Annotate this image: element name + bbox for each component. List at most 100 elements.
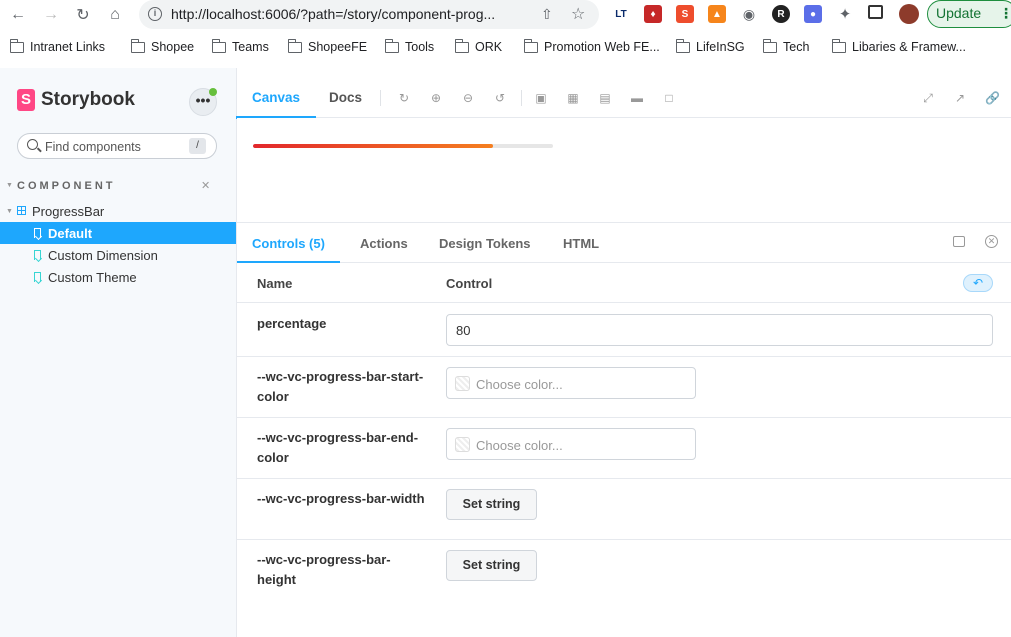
update-label: Update <box>936 5 982 21</box>
copy-link-icon[interactable]: 🔗 <box>985 91 1000 105</box>
bookmark-folder[interactable]: Shopee <box>130 38 194 54</box>
home-icon[interactable]: ⌂ <box>103 3 127 27</box>
story-bookmark-icon <box>34 250 41 260</box>
bookmark-label: Teams <box>232 40 269 54</box>
extensions-puzzle-icon[interactable]: ✦ <box>836 5 854 23</box>
fullscreen-icon[interactable]: ⤢ <box>921 91 935 105</box>
sidebar-story-default[interactable]: Default <box>0 222 236 244</box>
group-label: COMPONENT <box>17 180 116 192</box>
tab-controls[interactable]: Controls (5) <box>237 223 340 264</box>
sidebar-story-custom-theme[interactable]: Custom Theme <box>0 266 236 288</box>
address-bar[interactable]: i http://localhost:6006/?path=/story/com… <box>139 0 599 29</box>
extension-camera-icon[interactable]: ◉ <box>740 5 758 23</box>
tab-docs[interactable]: Docs <box>329 78 362 118</box>
remount-icon[interactable]: ↻ <box>397 91 411 105</box>
control-name: percentage <box>257 316 327 331</box>
extension-metamask-icon[interactable]: ▲ <box>708 5 726 23</box>
bookmark-folder[interactable]: LifeInSG <box>675 38 745 54</box>
share-icon[interactable]: ⇧ <box>541 6 553 23</box>
zoom-reset-icon[interactable]: ↺ <box>493 91 507 105</box>
control-row: --wc-vc-progress-bar-height Set string <box>237 540 1011 601</box>
tab-html[interactable]: HTML <box>563 223 599 263</box>
viewport-icon[interactable]: ▤ <box>598 91 612 105</box>
controls-panel: Name Control ↶ percentage --wc-vc-progre… <box>237 263 1011 637</box>
back-arrow-icon[interactable]: ← <box>6 3 30 27</box>
panel-orientation-icon[interactable] <box>953 236 965 247</box>
control-name: --wc-vc-progress-bar-end-color <box>257 430 419 465</box>
bookmark-folder[interactable]: Intranet Links <box>9 38 106 54</box>
extension-game-icon[interactable]: ♦ <box>644 5 662 23</box>
extension-shopee-icon[interactable]: S <box>676 5 694 23</box>
bookmark-star-icon[interactable]: ☆ <box>571 4 585 24</box>
sidebar-item-progressbar[interactable]: ▼ ProgressBar <box>0 200 236 222</box>
extension-r-icon[interactable]: R <box>772 5 790 23</box>
percentage-input[interactable] <box>446 314 993 346</box>
control-name: --wc-vc-progress-bar-width <box>257 491 425 506</box>
storybook-sidebar: S Storybook ••• / ▼ COMPONENT ✕ ▼ Progre… <box>0 68 237 637</box>
side-panel-icon[interactable] <box>868 5 883 19</box>
address-url: http://localhost:6006/?path=/story/compo… <box>171 6 496 22</box>
bookmark-folder[interactable]: ShopeeFE <box>287 38 368 54</box>
zoom-in-icon[interactable]: ⊕ <box>429 91 443 105</box>
color-swatch-icon[interactable] <box>455 376 470 391</box>
extension-lt-icon[interactable]: LT <box>612 5 630 23</box>
collapse-all-icon[interactable]: ✕ <box>201 179 210 192</box>
end-color-input[interactable] <box>476 436 676 454</box>
bookmarks-bar: Intranet Links Shopee Teams ShopeeFE Too… <box>0 37 1011 61</box>
bookmark-label: Libaries & Framew... <box>852 40 966 54</box>
bookmark-folder[interactable]: Tech <box>762 38 810 54</box>
bookmark-label: ShopeeFE <box>308 40 368 54</box>
search-input[interactable] <box>45 138 195 156</box>
bookmark-label: Intranet Links <box>30 40 106 54</box>
set-height-button[interactable]: Set string <box>446 550 537 581</box>
reset-controls-button[interactable]: ↶ <box>963 274 993 292</box>
start-color-input[interactable] <box>476 375 676 393</box>
bookmark-folder[interactable]: Promotion Web FE... <box>523 38 660 54</box>
bookmark-folder[interactable]: ORK <box>454 38 502 54</box>
background-icon[interactable]: ▣ <box>534 91 548 105</box>
tab-design-tokens[interactable]: Design Tokens <box>439 223 531 263</box>
toolbar-divider <box>380 90 381 106</box>
story-label: Custom Dimension <box>48 247 158 263</box>
bookmark-label: Tech <box>783 40 810 54</box>
open-new-tab-icon[interactable]: ↗ <box>953 91 967 105</box>
component-group-header[interactable]: ▼ COMPONENT ✕ <box>0 180 237 194</box>
color-swatch-icon[interactable] <box>455 437 470 452</box>
update-button[interactable]: Update ⋮ <box>927 0 1011 28</box>
tab-actions[interactable]: Actions <box>360 223 408 263</box>
grid-icon[interactable]: ▦ <box>566 91 580 105</box>
reload-icon[interactable]: ↻ <box>71 3 95 27</box>
set-width-button[interactable]: Set string <box>446 489 537 520</box>
story-label: Default <box>48 225 93 241</box>
start-color-picker[interactable] <box>446 367 696 399</box>
profile-avatar[interactable] <box>899 4 919 24</box>
sidebar-story-custom-dimension[interactable]: Custom Dimension <box>0 244 236 266</box>
search-box[interactable]: / <box>17 133 217 159</box>
bookmark-label: Tools <box>405 40 435 54</box>
outline-icon[interactable]: □ <box>662 91 676 105</box>
bookmark-folder[interactable]: Tools <box>384 38 435 54</box>
control-row: --wc-vc-progress-bar-width Set string <box>237 479 1011 540</box>
folder-icon <box>762 38 777 53</box>
folder-icon <box>454 38 469 53</box>
preview-toolbar: Canvas Docs ↻ ⊕ ⊖ ↺ ▣ ▦ ▤ ▬ □ ⤢ ↗ 🔗 <box>235 78 1011 119</box>
zoom-out-icon[interactable]: ⊖ <box>461 91 475 105</box>
controls-header: Name Control ↶ <box>237 263 1011 303</box>
extension-people-icon[interactable]: ● <box>804 5 822 23</box>
storybook-logo-icon: S <box>17 89 35 111</box>
component-icon <box>17 206 26 215</box>
measure-icon[interactable]: ▬ <box>630 91 644 105</box>
chrome-menu-icon[interactable]: ⋮ <box>999 1 1011 26</box>
site-info-icon[interactable]: i <box>148 7 162 21</box>
close-panel-icon[interactable]: ✕ <box>985 235 998 248</box>
tab-canvas[interactable]: Canvas <box>235 78 317 119</box>
bookmark-folder[interactable]: Teams <box>211 38 269 54</box>
folder-icon <box>9 38 24 53</box>
bookmark-folder[interactable]: Libaries & Framew... <box>831 38 966 54</box>
end-color-picker[interactable] <box>446 428 696 460</box>
search-shortcut-key: / <box>189 138 206 154</box>
storybook-logo[interactable]: S Storybook <box>17 89 135 111</box>
forward-arrow-icon[interactable]: → <box>39 3 63 27</box>
addons-tabbar: Controls (5) Actions Design Tokens HTML … <box>237 222 1011 264</box>
toolbar-divider <box>521 90 522 106</box>
